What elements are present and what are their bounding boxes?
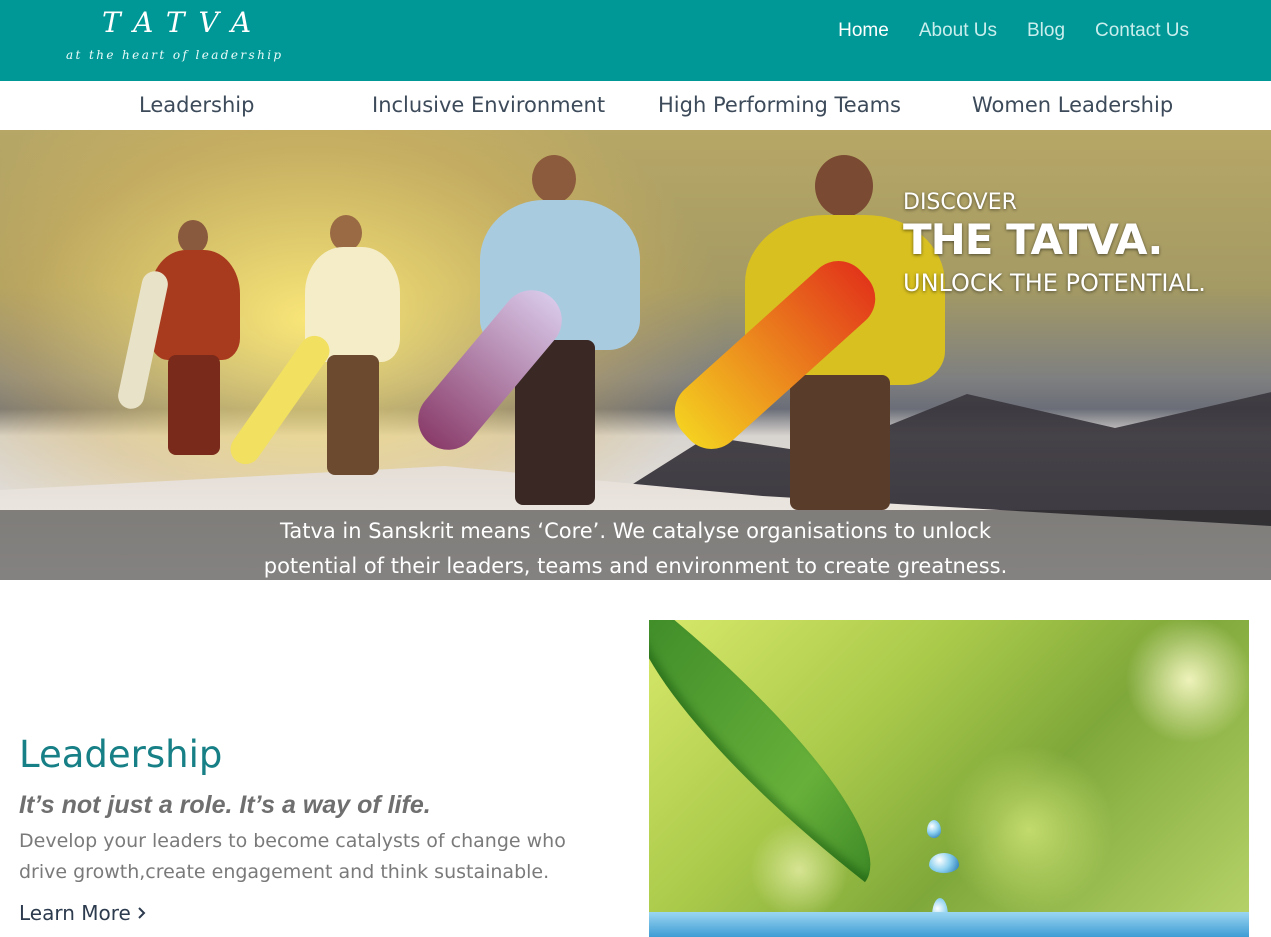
water-drop-2 bbox=[929, 853, 959, 873]
hero-banner: DISCOVER THE TATVA. UNLOCK THE POTENTIAL… bbox=[0, 130, 1271, 580]
tatva-logo[interactable]: TATVA at the heart of leadership bbox=[66, 8, 296, 68]
leadership-section: Leadership It’s not just a role. It’s a … bbox=[0, 580, 1271, 937]
leadership-heading: Leadership bbox=[19, 733, 223, 776]
hero-headline: DISCOVER THE TATVA. UNLOCK THE POTENTIAL… bbox=[903, 190, 1206, 298]
learn-more-label: Learn More bbox=[19, 901, 131, 925]
hero-caption-bar: Tatva in Sanskrit means ‘Core’. We catal… bbox=[0, 510, 1271, 580]
water-surface bbox=[649, 912, 1249, 937]
nav-contact-us-link[interactable]: Contact Us bbox=[1095, 18, 1189, 44]
nav-blog-link[interactable]: Blog bbox=[1027, 18, 1065, 44]
hero-discover-text: DISCOVER bbox=[903, 190, 1017, 215]
service-link-women-leadership[interactable]: Women Leadership bbox=[972, 92, 1173, 118]
leadership-tagline: It’s not just a role. It’s a way of life… bbox=[19, 791, 431, 819]
leaf-shape bbox=[649, 620, 921, 883]
hero-caption-line-1: Tatva in Sanskrit means ‘Core’. We catal… bbox=[279, 519, 992, 543]
service-navigation: Leadership Inclusive Environment High Pe… bbox=[0, 81, 1271, 130]
chevron-right-icon bbox=[137, 899, 147, 927]
water-drop-1 bbox=[927, 820, 941, 838]
snowboarder-figure-2 bbox=[224, 215, 415, 485]
nav-about-us-link[interactable]: About Us bbox=[919, 18, 997, 44]
leadership-description: Develop your leaders to become catalysts… bbox=[19, 830, 566, 883]
logo-tagline: at the heart of leadership bbox=[66, 48, 284, 62]
snowboarder-figure-3 bbox=[405, 155, 660, 515]
service-link-high-performing-teams[interactable]: High Performing Teams bbox=[658, 92, 901, 118]
hero-caption-text: Tatva in Sanskrit means ‘Core’. We catal… bbox=[0, 514, 1271, 580]
service-link-leadership[interactable]: Leadership bbox=[139, 92, 254, 118]
service-link-inclusive-environment[interactable]: Inclusive Environment bbox=[372, 92, 605, 118]
site-header: TATVA at the heart of leadership Home Ab… bbox=[0, 0, 1271, 81]
leaf-water-drop-image bbox=[649, 620, 1249, 937]
hero-unlock-text: UNLOCK THE POTENTIAL. bbox=[903, 269, 1206, 297]
nav-home-link[interactable]: Home bbox=[838, 18, 889, 44]
main-navigation: Home About Us Blog Contact Us bbox=[838, 18, 1189, 44]
learn-more-link[interactable]: Learn More bbox=[19, 899, 147, 927]
hero-caption-line-2: potential of their leaders, teams and en… bbox=[263, 554, 1008, 578]
snowboarder-figure-1 bbox=[115, 220, 250, 460]
hero-title: THE TATVA. bbox=[903, 215, 1163, 264]
logo-wordmark: TATVA bbox=[102, 6, 266, 39]
